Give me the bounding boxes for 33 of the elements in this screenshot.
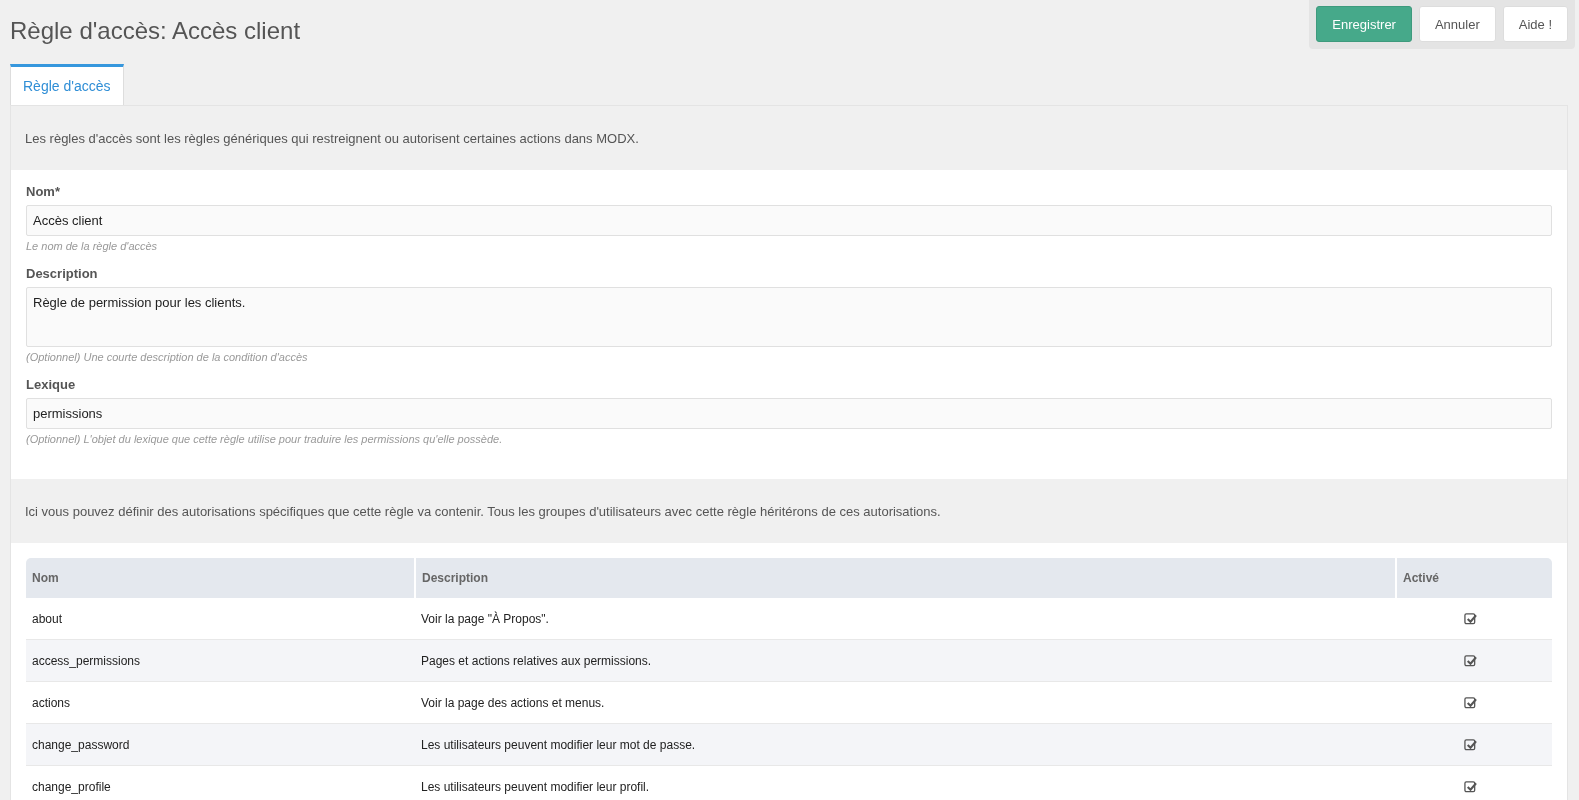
checked-checkbox-icon[interactable]: [1464, 612, 1477, 625]
table-cell: access_permissions: [26, 639, 415, 682]
checked-checkbox-icon[interactable]: [1464, 654, 1477, 667]
table-cell: Voir la page des actions et menus.: [415, 681, 1396, 724]
checked-checkbox-icon[interactable]: [1464, 780, 1477, 793]
checked-checkbox-icon[interactable]: [1464, 696, 1477, 709]
input-field[interactable]: Accès client: [26, 205, 1552, 236]
table-cell: Les utilisateurs peuvent modifier leur mot de passe.: [415, 723, 1396, 766]
info-banner: Les règles d'accès sont les règles génériques qui restreignent ou autorisent certaines actions dans MODX.: [11, 106, 1567, 170]
cancel-button[interactable]: Annuler: [1418, 6, 1496, 42]
input-field[interactable]: permissions: [26, 398, 1552, 429]
table-cell: change_profile: [26, 765, 415, 800]
field-hint: Le nom de la règle d'accès: [26, 240, 159, 252]
checked-checkbox-icon[interactable]: [1464, 738, 1477, 751]
tab[interactable]: Règle d'accès: [10, 64, 124, 105]
table-cell: change_password: [26, 723, 415, 766]
field-label: Lexique: [26, 377, 77, 392]
field-hint: (Optionnel) L'objet du lexique que cette règle utilise pour traduire les permissions qu'elle possède.: [26, 433, 504, 445]
table-cell: Pages et actions relatives aux permissions.: [415, 639, 1396, 682]
help-button[interactable]: Aide !: [1502, 6, 1568, 42]
table-cell: Voir la page "À Propos".: [415, 598, 1396, 640]
column-header[interactable]: Description: [415, 558, 1396, 598]
info-banner: Ici vous pouvez définir des autorisations spécifiques que cette règle va contenir. Tous les groupes d'utilisateurs avec cette règle héritérons de ces autorisations.: [11, 479, 1567, 543]
table-cell: actions: [26, 681, 415, 724]
table-cell: Les utilisateurs peuvent modifier leur profil.: [415, 765, 1396, 800]
field-hint: (Optionnel) Une courte description de la condition d'accès: [26, 351, 309, 363]
column-header[interactable]: Nom: [26, 558, 415, 598]
field-label: Nom*: [26, 184, 61, 199]
page-title: Règle d'accès: Accès client: [10, 17, 301, 45]
column-header[interactable]: Activé: [1396, 558, 1552, 598]
textarea-field[interactable]: Règle de permission pour les clients.: [26, 287, 1552, 347]
table-cell: about: [26, 598, 415, 640]
field-label: Description: [26, 266, 99, 281]
